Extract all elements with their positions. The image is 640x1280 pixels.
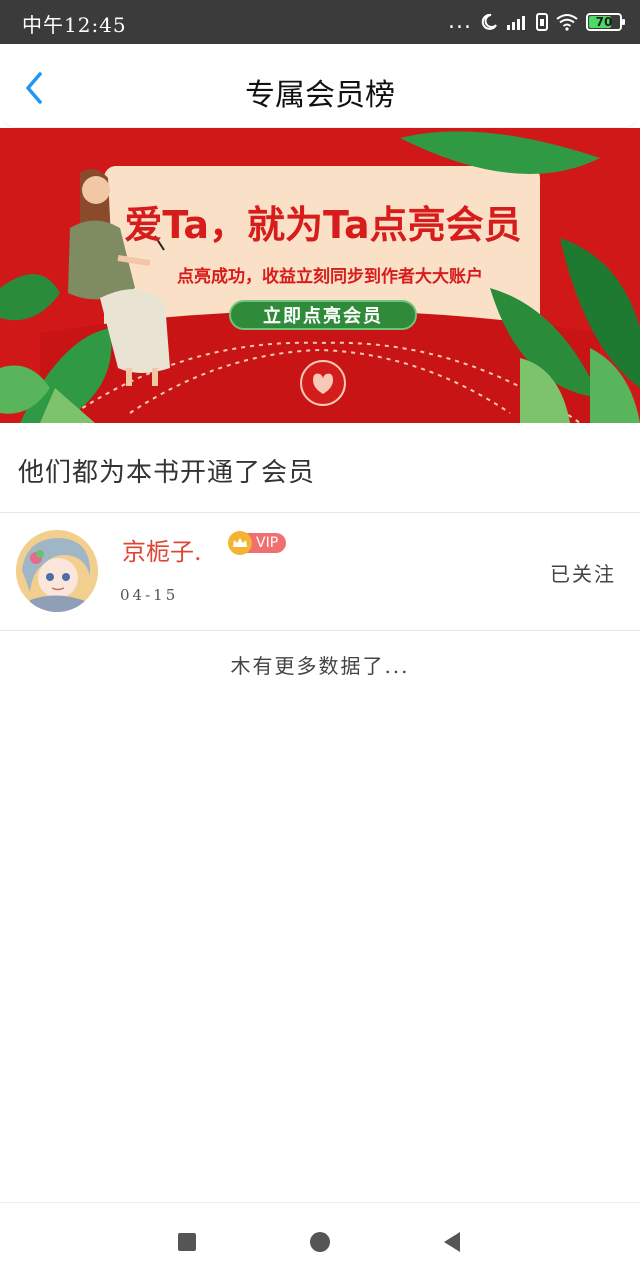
vip-label: VIP — [246, 533, 287, 553]
follow-status-button[interactable]: 已关注 — [550, 558, 616, 587]
crown-icon — [228, 531, 252, 555]
no-more-data-text: 木有更多数据了... — [230, 654, 410, 678]
battery-level: 70 — [595, 15, 613, 29]
moon-icon — [481, 13, 497, 30]
signal-icon — [507, 16, 525, 30]
status-bar: 中午12:45 ... 70 — [0, 0, 640, 44]
home-icon[interactable] — [310, 1232, 330, 1252]
promo-banner[interactable]: 爱Ta，就为Ta点亮会员 点亮成功，收益立刻同步到作者大大账户 立即点亮会员 — [0, 128, 640, 423]
section-title: 他们都为本书开通了会员 — [18, 458, 316, 488]
vip-badge: VIP — [228, 531, 287, 555]
back-triangle-icon[interactable] — [444, 1232, 460, 1252]
banner-subtitle: 点亮成功，收益立刻同步到作者大大账户 — [177, 267, 483, 287]
page: 中午12:45 ... 70 专属会员榜 爱Ta，就为Ta点亮会员 点亮成功，收… — [0, 0, 640, 1280]
avatar-image — [16, 530, 98, 612]
system-nav-bar — [0, 1202, 640, 1280]
header: 专属会员榜 — [0, 44, 640, 128]
wifi-icon — [556, 14, 578, 31]
more-dots-icon: ... — [448, 9, 472, 34]
page-title: 专属会员榜 — [245, 78, 395, 113]
recent-apps-icon[interactable] — [178, 1233, 196, 1251]
member-name: 京栀子. — [122, 538, 202, 566]
sim-icon — [536, 13, 548, 31]
banner-headline: 爱Ta，就为Ta点亮会员 — [124, 203, 522, 247]
status-time: 中午12:45 — [22, 13, 127, 37]
member-date: 04-15 — [120, 586, 179, 604]
light-up-member-button[interactable]: 立即点亮会员 — [229, 300, 417, 330]
avatar[interactable] — [16, 530, 98, 612]
divider — [0, 512, 640, 513]
status-icons: ... 70 — [448, 9, 625, 34]
list-item[interactable]: 京栀子. VIP 04-15 已关注 — [0, 514, 640, 630]
divider — [0, 630, 640, 631]
battery-icon: 70 — [586, 13, 625, 31]
